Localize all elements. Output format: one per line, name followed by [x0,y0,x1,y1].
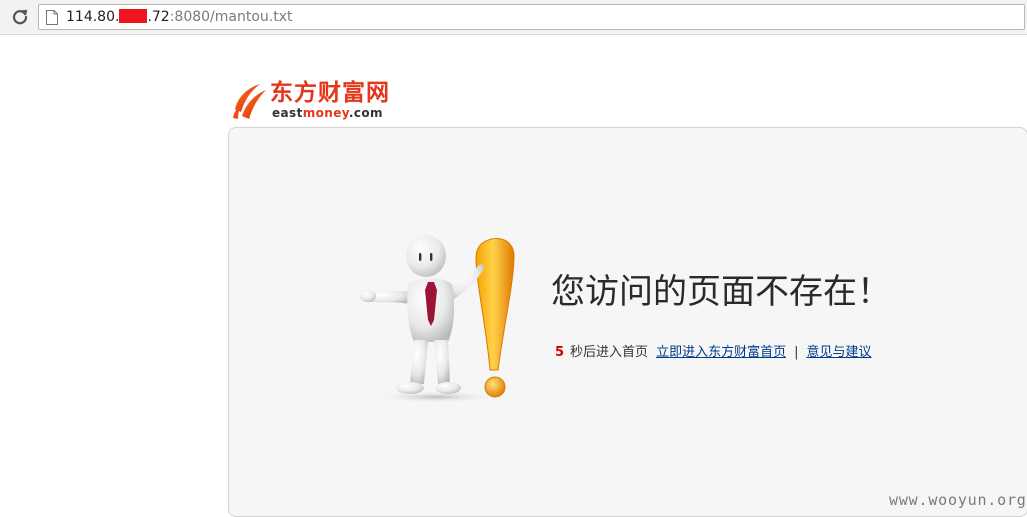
logo-domain-part3: .com [348,106,383,120]
url-path: :8080/mantou.txt [169,9,293,25]
home-link[interactable]: 立即进入东方财富首页 [656,345,786,360]
redirect-line: 5 秒后进入首页 立即进入东方财富首页 | 意见与建议 [555,344,871,362]
logo-domain: eastmoney.com [272,106,383,120]
browser-toolbar: 114.80. .72:8080/mantou.txt [0,0,1027,35]
address-bar[interactable]: 114.80. .72:8080/mantou.txt [38,4,1025,30]
logo-domain-part2: money [302,106,349,120]
reload-button[interactable] [10,7,30,27]
url-host: 114.80. [66,9,120,25]
eastmoney-logo[interactable]: 东方财富网 eastmoney.com [232,80,402,124]
error-title: 您访问的页面不存在！ [551,272,891,312]
reload-icon [12,9,28,25]
eastmoney-logo-mark [233,84,266,119]
url-redaction [119,9,148,23]
error-panel [228,127,1027,517]
url-text: 114.80. .72:8080/mantou.txt [66,8,293,26]
page-icon [46,10,58,25]
countdown-number: 5 [555,345,565,360]
logo-name-cn: 东方财富网 [270,80,390,106]
feedback-link[interactable]: 意见与建议 [806,345,871,360]
url-host-after: .72 [147,9,170,25]
logo-domain-part1: east [272,106,303,120]
person-exclamation-illustration [360,235,515,403]
redirect-text: 秒后进入首页 [570,345,649,360]
watermark: www.wooyun.org [889,491,1027,509]
link-separator: | [794,345,799,360]
